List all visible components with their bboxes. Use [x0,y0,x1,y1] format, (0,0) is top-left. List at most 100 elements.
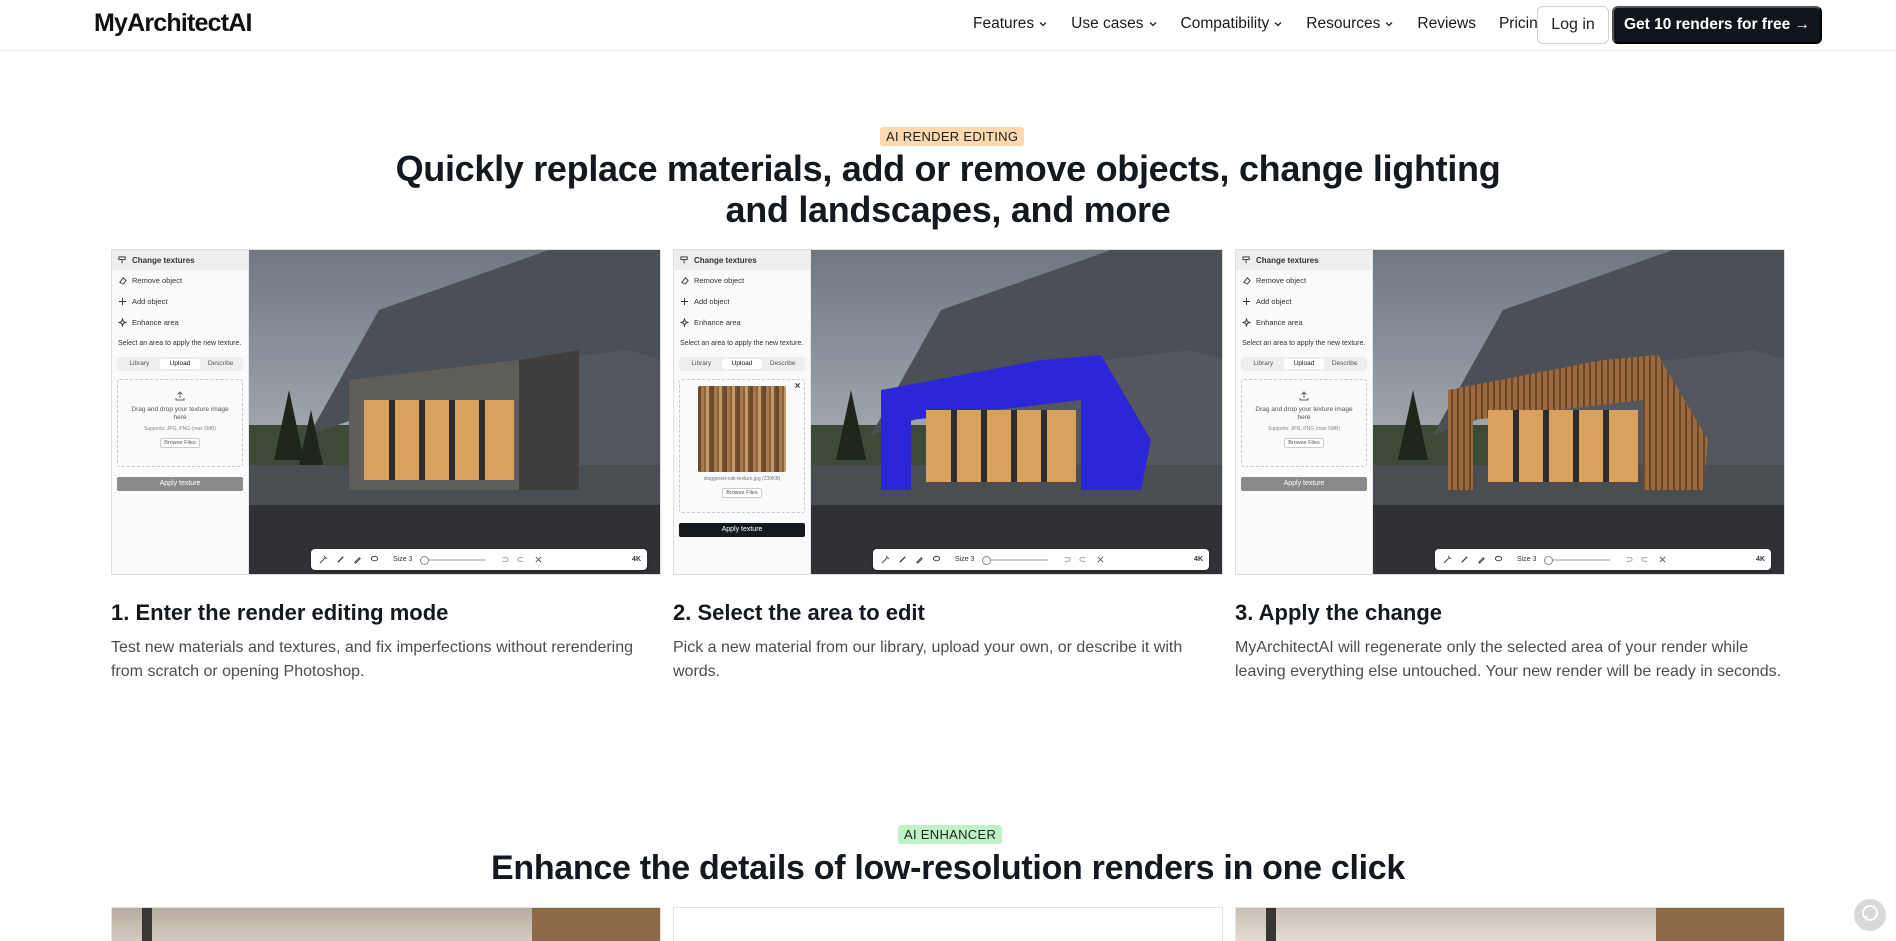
tab-library: Library [1253,360,1274,367]
upload-icon [1298,390,1310,402]
chevron-down-icon [1384,19,1394,29]
tool-enhance-area: Enhance area [674,312,810,333]
brush-size-slider [982,555,1049,565]
step-1-title: 1. Enter the render editing mode [111,600,449,625]
tool-change-textures: Change textures [112,250,248,270]
section-heading-render-editing: Quickly replace materials, add or remove… [395,148,1501,230]
paint-roller-icon [1242,255,1251,265]
uploaded-texture-preview: staggered-oak-texture.jpg (239KB) Browse… [679,379,805,513]
apply-texture-button: Apply texture [117,477,243,491]
sparkle-icon [118,318,127,327]
tool-instruction: Select an area to apply the new texture. [1242,340,1366,347]
tool-enhance-area: Enhance area [1236,312,1372,333]
login-button[interactable]: Log in [1537,6,1609,44]
eraser-icon [680,276,689,285]
render-photo-original [249,250,660,574]
texture-source-tabs: Library Upload Describe [679,357,805,371]
chevron-down-icon [1038,19,1048,29]
plus-icon [680,297,689,306]
tool-add-object: Add object [1236,291,1372,312]
tool-instruction: Select an area to apply the new texture. [118,340,242,347]
close-icon [1096,555,1105,564]
brush-size-slider [1544,555,1611,565]
redo-icon [1079,555,1088,564]
step-3-text: MyArchitectAI will regenerate only the s… [1235,639,1782,680]
texture-source-tabs: Library Upload Describe [1241,357,1367,371]
redo-icon [517,555,526,564]
editor-side-panel: Change textures Remove object Add object… [1236,250,1373,574]
tab-upload: Upload [159,359,201,369]
image-detail [142,908,152,941]
nav-item-features[interactable]: Features [973,15,1048,33]
wand-icon [881,555,890,564]
render-photo-result [1373,250,1784,574]
section-badge-render-editing: AI RENDER EDITING [880,127,1025,146]
editor-screenshot-1: Change textures Remove object Add object… [111,249,661,575]
tab-describe: Describe [1331,360,1358,367]
enhancer-image-3 [1235,907,1785,941]
paint-roller-icon [118,255,127,265]
resolution-badge: 4K [1756,556,1765,563]
tab-upload: Upload [1283,359,1325,369]
editor-toolbar: Size 3 4K [311,549,647,570]
undo-icon [500,555,510,564]
paint-roller-icon [680,255,689,265]
tab-library: Library [129,360,150,367]
nav-item-reviews[interactable]: Reviews [1417,15,1476,33]
editor-side-panel: Change textures Remove object Add object… [674,250,811,574]
main-menu: Features Use cases Compatibility Resourc… [973,0,1569,48]
chevron-down-icon [1148,19,1158,29]
image-detail [1266,908,1276,941]
nav-item-use-cases[interactable]: Use cases [1071,15,1157,33]
close-icon [794,382,801,391]
brush-icon [336,555,345,564]
tool-remove-object: Remove object [674,270,810,291]
editor-screenshot-3: Change textures Remove object Add object… [1235,249,1785,575]
texture-thumbnail [698,386,786,472]
logo[interactable]: MyArchitectAI [94,9,253,38]
nav-item-compatibility[interactable]: Compatibility [1181,15,1284,33]
editor-toolbar: Size 3 4K [1435,549,1771,570]
get-free-renders-button[interactable]: Get 10 renders for free → [1612,6,1822,44]
upload-icon [174,390,186,402]
section-badge-enhancer: AI ENHANCER [898,825,1003,844]
sparkle-icon [1242,318,1251,327]
brush-icon [1460,555,1469,564]
step-1-text: Test new materials and textures, and fix… [111,639,634,680]
plus-icon [1242,297,1251,306]
render-photo-selection [811,250,1222,574]
tool-remove-object: Remove object [112,270,248,291]
resolution-badge: 4K [632,556,641,563]
close-icon [534,555,543,564]
close-icon [1658,555,1667,564]
browse-files-button: Browse Files [160,438,200,448]
eraser-icon [1242,276,1251,285]
tool-enhance-area: Enhance area [112,312,248,333]
chat-bubble-icon [1860,903,1880,928]
undo-icon [1624,555,1634,564]
browse-files-button: Browse Files [1284,438,1324,448]
nav-item-resources[interactable]: Resources [1306,15,1394,33]
step-2-text: Pick a new material from our library, up… [673,639,1183,680]
tool-instruction: Select an area to apply the new texture. [680,340,804,347]
chat-widget-button[interactable] [1854,899,1886,931]
lasso-icon [370,555,379,564]
brush-icon [898,555,907,564]
image-detail [1656,908,1784,941]
texture-dropzone: Drag and drop your texture image here Su… [1241,379,1367,467]
undo-icon [1062,555,1072,564]
tool-add-object: Add object [112,291,248,312]
step-2-title: 2. Select the area to edit [673,600,925,625]
enhancer-image-2 [673,907,1223,941]
pen-icon [353,555,362,564]
plus-icon [118,297,127,306]
pen-icon [1477,555,1486,564]
wand-icon [1443,555,1452,564]
top-navbar: MyArchitectAI Features Use cases Compati… [0,0,1896,51]
tab-describe: Describe [769,360,796,367]
pen-icon [915,555,924,564]
lasso-icon [1494,555,1503,564]
eraser-icon [118,276,127,285]
chevron-down-icon [1273,19,1283,29]
brush-size-slider [420,555,487,565]
